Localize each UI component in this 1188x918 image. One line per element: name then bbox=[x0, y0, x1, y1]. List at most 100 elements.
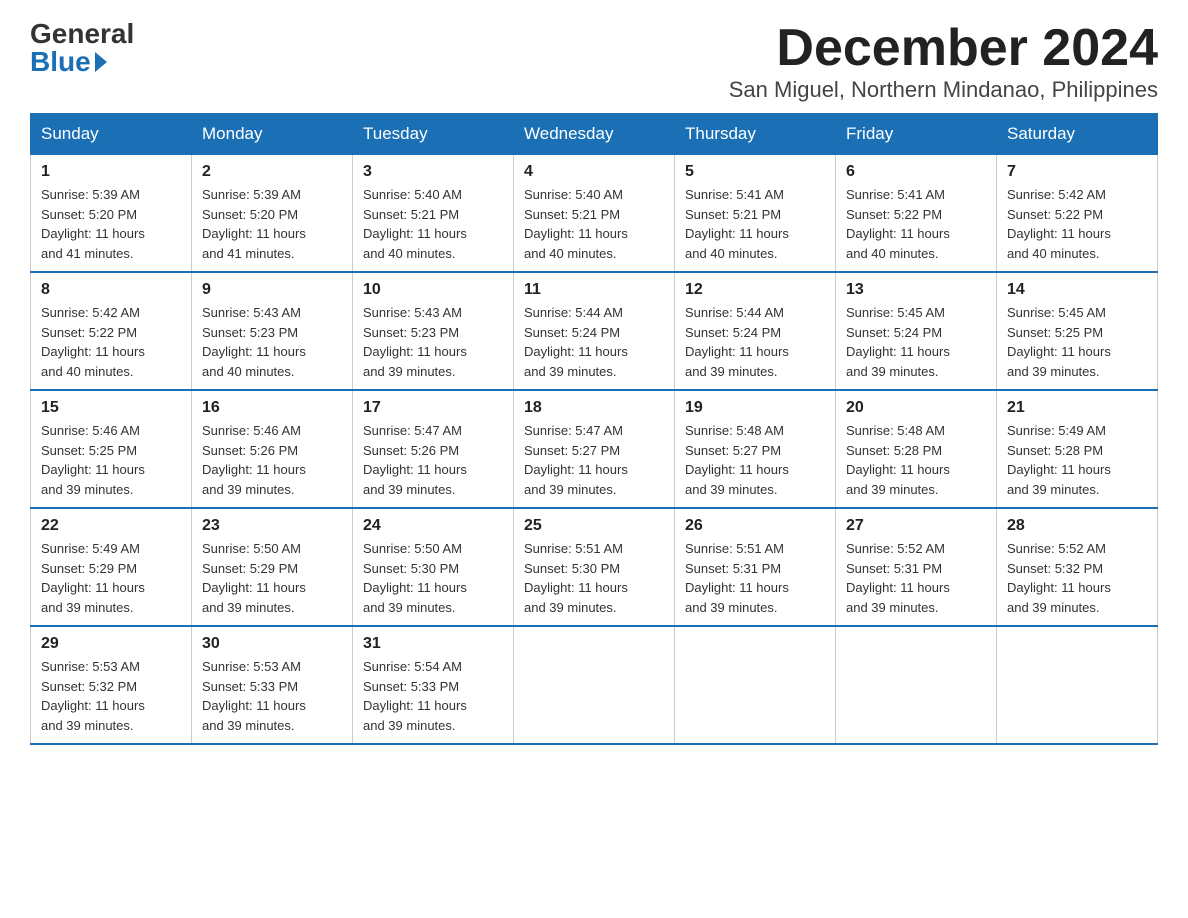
column-header-sunday: Sunday bbox=[31, 114, 192, 155]
day-number: 7 bbox=[1007, 163, 1147, 181]
calendar-cell: 25 Sunrise: 5:51 AM Sunset: 5:30 PM Dayl… bbox=[514, 508, 675, 626]
day-info: Sunrise: 5:41 AM Sunset: 5:21 PM Dayligh… bbox=[685, 185, 825, 263]
calendar-cell bbox=[514, 626, 675, 744]
logo: General Blue bbox=[30, 20, 134, 76]
column-header-wednesday: Wednesday bbox=[514, 114, 675, 155]
day-info: Sunrise: 5:42 AM Sunset: 5:22 PM Dayligh… bbox=[41, 303, 181, 381]
day-number: 19 bbox=[685, 399, 825, 417]
calendar-cell bbox=[836, 626, 997, 744]
day-info: Sunrise: 5:51 AM Sunset: 5:31 PM Dayligh… bbox=[685, 539, 825, 617]
day-info: Sunrise: 5:49 AM Sunset: 5:29 PM Dayligh… bbox=[41, 539, 181, 617]
day-info: Sunrise: 5:46 AM Sunset: 5:25 PM Dayligh… bbox=[41, 421, 181, 499]
day-info: Sunrise: 5:39 AM Sunset: 5:20 PM Dayligh… bbox=[202, 185, 342, 263]
title-area: December 2024 San Miguel, Northern Minda… bbox=[729, 20, 1158, 103]
day-info: Sunrise: 5:46 AM Sunset: 5:26 PM Dayligh… bbox=[202, 421, 342, 499]
day-number: 16 bbox=[202, 399, 342, 417]
day-number: 13 bbox=[846, 281, 986, 299]
calendar-cell: 22 Sunrise: 5:49 AM Sunset: 5:29 PM Dayl… bbox=[31, 508, 192, 626]
calendar-cell: 4 Sunrise: 5:40 AM Sunset: 5:21 PM Dayli… bbox=[514, 155, 675, 273]
calendar-week-2: 8 Sunrise: 5:42 AM Sunset: 5:22 PM Dayli… bbox=[31, 272, 1158, 390]
calendar-cell: 6 Sunrise: 5:41 AM Sunset: 5:22 PM Dayli… bbox=[836, 155, 997, 273]
calendar-cell: 3 Sunrise: 5:40 AM Sunset: 5:21 PM Dayli… bbox=[353, 155, 514, 273]
day-info: Sunrise: 5:43 AM Sunset: 5:23 PM Dayligh… bbox=[202, 303, 342, 381]
day-number: 30 bbox=[202, 635, 342, 653]
month-title: December 2024 bbox=[729, 20, 1158, 77]
day-info: Sunrise: 5:43 AM Sunset: 5:23 PM Dayligh… bbox=[363, 303, 503, 381]
calendar-cell bbox=[675, 626, 836, 744]
calendar-cell: 9 Sunrise: 5:43 AM Sunset: 5:23 PM Dayli… bbox=[192, 272, 353, 390]
calendar-cell: 16 Sunrise: 5:46 AM Sunset: 5:26 PM Dayl… bbox=[192, 390, 353, 508]
day-info: Sunrise: 5:53 AM Sunset: 5:33 PM Dayligh… bbox=[202, 657, 342, 735]
column-header-friday: Friday bbox=[836, 114, 997, 155]
calendar-cell: 27 Sunrise: 5:52 AM Sunset: 5:31 PM Dayl… bbox=[836, 508, 997, 626]
calendar-cell: 31 Sunrise: 5:54 AM Sunset: 5:33 PM Dayl… bbox=[353, 626, 514, 744]
calendar-week-3: 15 Sunrise: 5:46 AM Sunset: 5:25 PM Dayl… bbox=[31, 390, 1158, 508]
day-info: Sunrise: 5:52 AM Sunset: 5:32 PM Dayligh… bbox=[1007, 539, 1147, 617]
day-number: 6 bbox=[846, 163, 986, 181]
day-info: Sunrise: 5:39 AM Sunset: 5:20 PM Dayligh… bbox=[41, 185, 181, 263]
calendar-body: 1 Sunrise: 5:39 AM Sunset: 5:20 PM Dayli… bbox=[31, 155, 1158, 745]
day-number: 14 bbox=[1007, 281, 1147, 299]
calendar-cell: 7 Sunrise: 5:42 AM Sunset: 5:22 PM Dayli… bbox=[997, 155, 1158, 273]
calendar-cell: 26 Sunrise: 5:51 AM Sunset: 5:31 PM Dayl… bbox=[675, 508, 836, 626]
calendar-cell: 21 Sunrise: 5:49 AM Sunset: 5:28 PM Dayl… bbox=[997, 390, 1158, 508]
day-info: Sunrise: 5:52 AM Sunset: 5:31 PM Dayligh… bbox=[846, 539, 986, 617]
day-info: Sunrise: 5:50 AM Sunset: 5:30 PM Dayligh… bbox=[363, 539, 503, 617]
day-number: 17 bbox=[363, 399, 503, 417]
calendar-cell: 23 Sunrise: 5:50 AM Sunset: 5:29 PM Dayl… bbox=[192, 508, 353, 626]
calendar-header: SundayMondayTuesdayWednesdayThursdayFrid… bbox=[31, 114, 1158, 155]
calendar-cell: 20 Sunrise: 5:48 AM Sunset: 5:28 PM Dayl… bbox=[836, 390, 997, 508]
day-number: 2 bbox=[202, 163, 342, 181]
calendar-cell: 2 Sunrise: 5:39 AM Sunset: 5:20 PM Dayli… bbox=[192, 155, 353, 273]
day-info: Sunrise: 5:50 AM Sunset: 5:29 PM Dayligh… bbox=[202, 539, 342, 617]
day-number: 3 bbox=[363, 163, 503, 181]
day-info: Sunrise: 5:48 AM Sunset: 5:28 PM Dayligh… bbox=[846, 421, 986, 499]
day-info: Sunrise: 5:40 AM Sunset: 5:21 PM Dayligh… bbox=[363, 185, 503, 263]
day-number: 18 bbox=[524, 399, 664, 417]
column-header-saturday: Saturday bbox=[997, 114, 1158, 155]
calendar-cell: 24 Sunrise: 5:50 AM Sunset: 5:30 PM Dayl… bbox=[353, 508, 514, 626]
calendar-cell: 1 Sunrise: 5:39 AM Sunset: 5:20 PM Dayli… bbox=[31, 155, 192, 273]
day-info: Sunrise: 5:44 AM Sunset: 5:24 PM Dayligh… bbox=[685, 303, 825, 381]
day-info: Sunrise: 5:49 AM Sunset: 5:28 PM Dayligh… bbox=[1007, 421, 1147, 499]
day-number: 31 bbox=[363, 635, 503, 653]
day-info: Sunrise: 5:53 AM Sunset: 5:32 PM Dayligh… bbox=[41, 657, 181, 735]
day-info: Sunrise: 5:41 AM Sunset: 5:22 PM Dayligh… bbox=[846, 185, 986, 263]
day-number: 4 bbox=[524, 163, 664, 181]
day-number: 27 bbox=[846, 517, 986, 535]
day-number: 24 bbox=[363, 517, 503, 535]
calendar-cell: 29 Sunrise: 5:53 AM Sunset: 5:32 PM Dayl… bbox=[31, 626, 192, 744]
day-info: Sunrise: 5:47 AM Sunset: 5:26 PM Dayligh… bbox=[363, 421, 503, 499]
calendar-table: SundayMondayTuesdayWednesdayThursdayFrid… bbox=[30, 113, 1158, 745]
calendar-cell: 10 Sunrise: 5:43 AM Sunset: 5:23 PM Dayl… bbox=[353, 272, 514, 390]
calendar-cell: 14 Sunrise: 5:45 AM Sunset: 5:25 PM Dayl… bbox=[997, 272, 1158, 390]
location-subtitle: San Miguel, Northern Mindanao, Philippin… bbox=[729, 77, 1158, 103]
day-number: 9 bbox=[202, 281, 342, 299]
day-number: 25 bbox=[524, 517, 664, 535]
calendar-cell: 5 Sunrise: 5:41 AM Sunset: 5:21 PM Dayli… bbox=[675, 155, 836, 273]
logo-blue-text: Blue bbox=[30, 48, 107, 76]
day-info: Sunrise: 5:45 AM Sunset: 5:24 PM Dayligh… bbox=[846, 303, 986, 381]
day-info: Sunrise: 5:45 AM Sunset: 5:25 PM Dayligh… bbox=[1007, 303, 1147, 381]
calendar-week-5: 29 Sunrise: 5:53 AM Sunset: 5:32 PM Dayl… bbox=[31, 626, 1158, 744]
day-number: 15 bbox=[41, 399, 181, 417]
day-number: 22 bbox=[41, 517, 181, 535]
calendar-cell: 30 Sunrise: 5:53 AM Sunset: 5:33 PM Dayl… bbox=[192, 626, 353, 744]
calendar-cell: 17 Sunrise: 5:47 AM Sunset: 5:26 PM Dayl… bbox=[353, 390, 514, 508]
calendar-cell: 19 Sunrise: 5:48 AM Sunset: 5:27 PM Dayl… bbox=[675, 390, 836, 508]
day-info: Sunrise: 5:40 AM Sunset: 5:21 PM Dayligh… bbox=[524, 185, 664, 263]
column-header-monday: Monday bbox=[192, 114, 353, 155]
calendar-cell: 18 Sunrise: 5:47 AM Sunset: 5:27 PM Dayl… bbox=[514, 390, 675, 508]
day-number: 20 bbox=[846, 399, 986, 417]
calendar-week-1: 1 Sunrise: 5:39 AM Sunset: 5:20 PM Dayli… bbox=[31, 155, 1158, 273]
calendar-cell: 13 Sunrise: 5:45 AM Sunset: 5:24 PM Dayl… bbox=[836, 272, 997, 390]
calendar-cell bbox=[997, 626, 1158, 744]
page-header: General Blue December 2024 San Miguel, N… bbox=[30, 20, 1158, 103]
column-header-thursday: Thursday bbox=[675, 114, 836, 155]
column-header-tuesday: Tuesday bbox=[353, 114, 514, 155]
day-number: 29 bbox=[41, 635, 181, 653]
calendar-cell: 15 Sunrise: 5:46 AM Sunset: 5:25 PM Dayl… bbox=[31, 390, 192, 508]
day-info: Sunrise: 5:51 AM Sunset: 5:30 PM Dayligh… bbox=[524, 539, 664, 617]
logo-general-text: General bbox=[30, 20, 134, 48]
day-number: 10 bbox=[363, 281, 503, 299]
